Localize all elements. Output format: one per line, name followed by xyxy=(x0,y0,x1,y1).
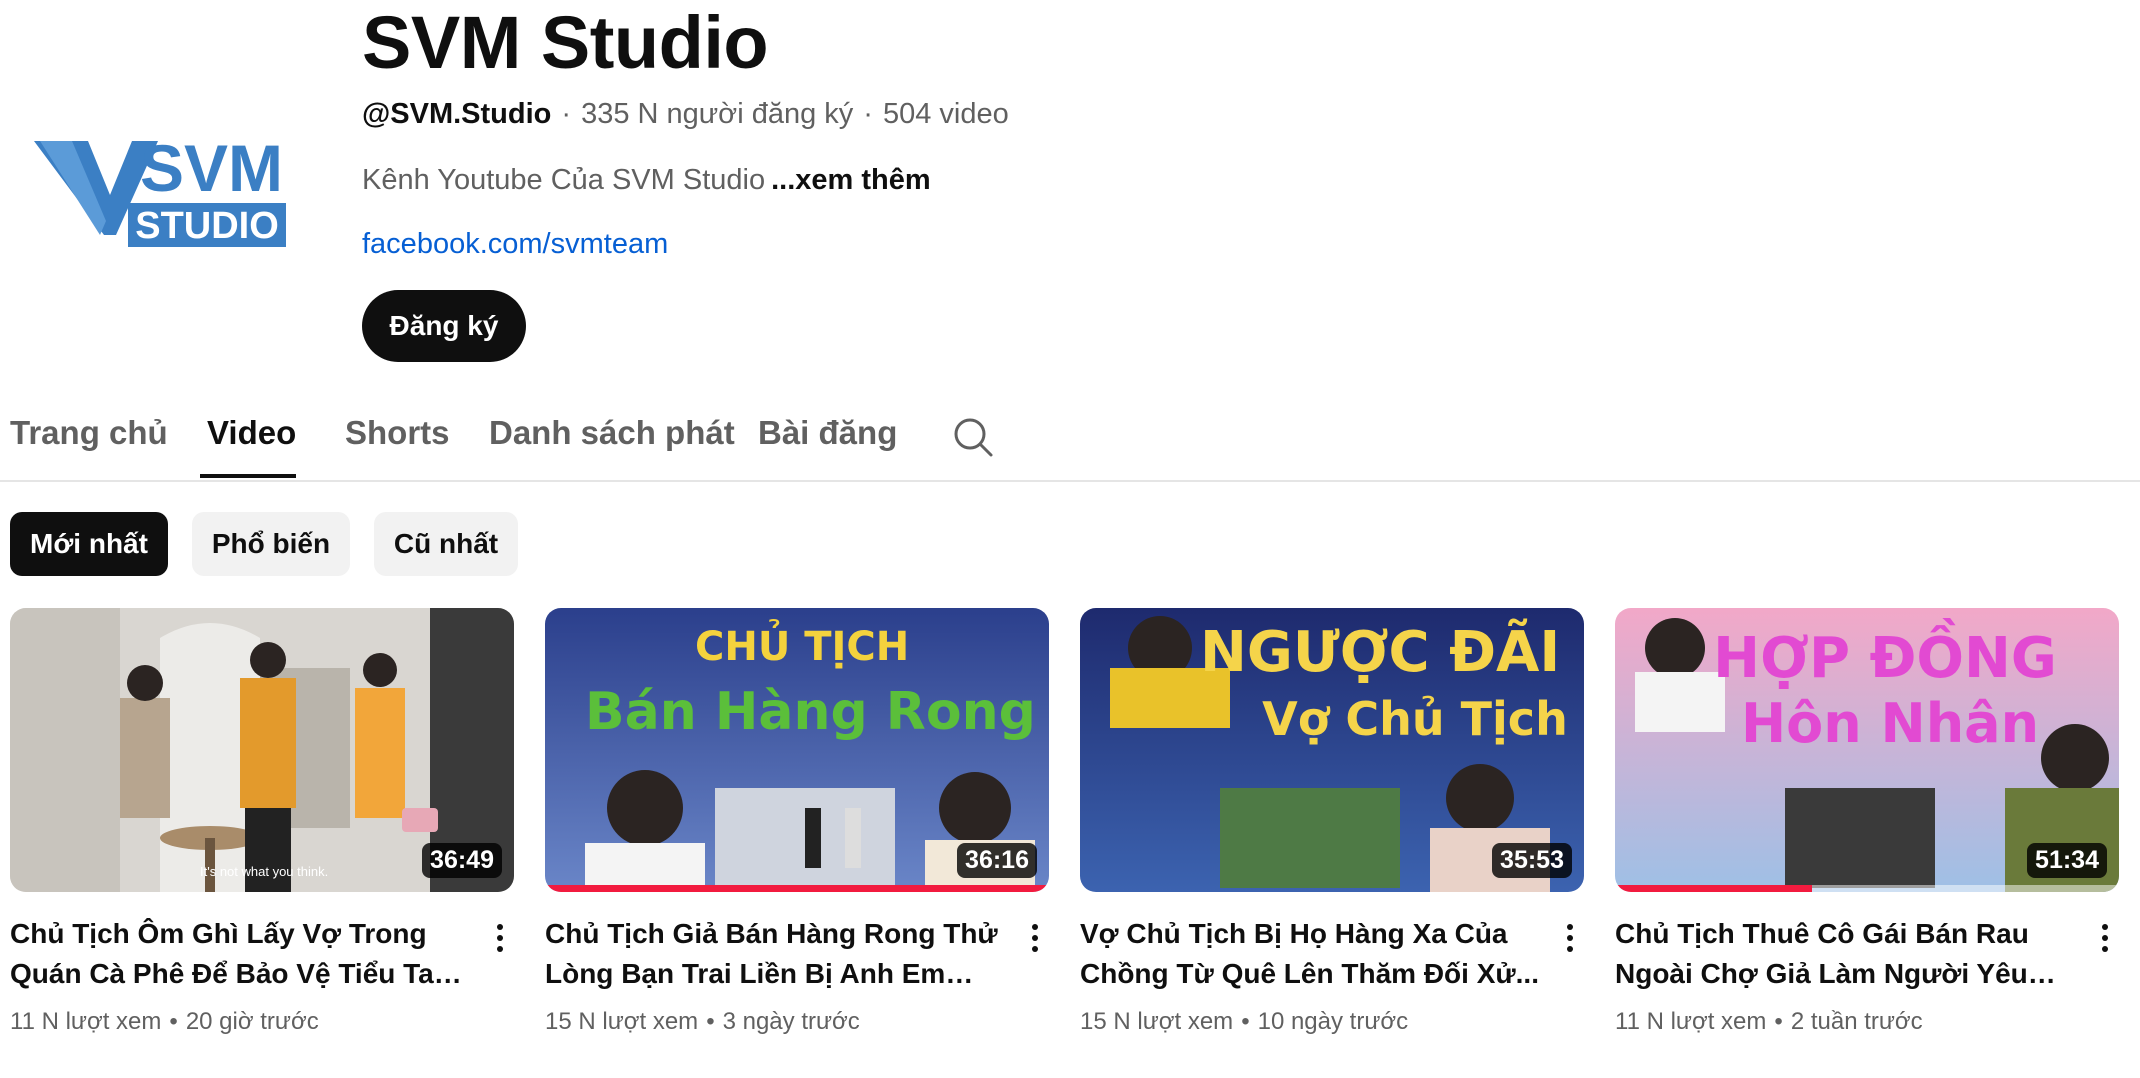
filter-oldest-chip[interactable]: Cũ nhất xyxy=(374,512,518,576)
video-meta: 15 N lượt xem • 3 ngày trước xyxy=(545,1008,860,1035)
video-title[interactable]: Vợ Chủ Tịch Bị Họ Hàng Xa Của Chồng Từ Q… xyxy=(1080,914,1540,994)
tab-home[interactable]: Trang chủ xyxy=(10,414,168,452)
thumbnail-headline: NGƯỢC ĐÃI xyxy=(1200,620,1561,685)
video-title[interactable]: Chủ Tịch Thuê Cô Gái Bán Rau Ngoài Chợ G… xyxy=(1615,914,2075,994)
video-count: 504 video xyxy=(882,98,1009,130)
more-actions-icon[interactable] xyxy=(1560,918,1580,958)
filter-newest-chip[interactable]: Mới nhất xyxy=(10,512,168,576)
video-duration: 36:49 xyxy=(422,843,502,878)
channel-description[interactable]: Kênh Youtube Của SVM Studio ...xem thêm xyxy=(362,164,931,197)
thumbnail-subheadline: Hôn Nhân xyxy=(1740,692,2040,755)
view-count: 15 N lượt xem xyxy=(1080,1008,1234,1035)
upload-age: 3 ngày trước xyxy=(722,1008,860,1035)
more-actions-icon[interactable] xyxy=(1025,918,1045,958)
watch-progress-bar xyxy=(1615,885,1812,892)
video-duration: 35:53 xyxy=(1492,843,1572,878)
watch-progress-bar xyxy=(545,885,1049,892)
channel-name: SVM Studio xyxy=(362,1,769,84)
more-actions-icon[interactable] xyxy=(2095,918,2115,958)
upload-age: 20 giờ trước xyxy=(185,1008,319,1035)
channel-avatar[interactable]: SVM STUDIO xyxy=(28,125,298,275)
tab-playlists[interactable]: Danh sách phát xyxy=(489,414,735,452)
filter-popular-chip[interactable]: Phổ biến xyxy=(192,512,350,576)
active-tab-indicator xyxy=(200,474,296,478)
video-thumbnail[interactable]: NGƯỢC ĐÃI Vợ Chủ Tịch 35:53 xyxy=(1080,608,1584,892)
view-count: 11 N lượt xem xyxy=(10,1008,162,1035)
channel-handle: @SVM.Studio xyxy=(362,98,552,130)
subscriber-count: 335 N người đăng ký xyxy=(581,98,854,130)
tab-shorts[interactable]: Shorts xyxy=(345,414,450,452)
video-title[interactable]: Chủ Tịch Ôm Ghì Lấy Vợ Trong Quán Cà Phê… xyxy=(10,914,470,994)
svg-text:STUDIO: STUDIO xyxy=(135,205,279,247)
video-title[interactable]: Chủ Tịch Giả Bán Hàng Rong Thử Lòng Bạn … xyxy=(545,914,1005,994)
description-text: Kênh Youtube Của SVM Studio xyxy=(362,164,766,196)
video-meta: 15 N lượt xem • 10 ngày trước xyxy=(1080,1008,1409,1035)
channel-external-link[interactable]: facebook.com/svmteam xyxy=(362,228,668,261)
video-card[interactable]: HỢP ĐỒNG Hôn Nhân 51:34 Chủ Tịch Thuê Cô… xyxy=(1615,608,2119,1035)
tab-posts[interactable]: Bài đăng xyxy=(758,414,897,452)
subscribe-button[interactable]: Đăng ký xyxy=(362,290,526,362)
video-duration: 51:34 xyxy=(2027,843,2107,878)
thumbnail-headline: CHỦ TỊCH xyxy=(695,624,910,670)
video-meta: 11 N lượt xem • 20 giờ trước xyxy=(10,1008,319,1035)
thumbnail-headline: HỢP ĐỒNG xyxy=(1713,626,2057,691)
video-thumbnail[interactable]: HỢP ĐỒNG Hôn Nhân 51:34 xyxy=(1615,608,2119,892)
channel-meta: @SVM.Studio · 335 N người đăng ký · 504 vide… xyxy=(362,98,1009,130)
video-card[interactable]: CHỦ TỊCH Bán Hàng Rong 36:16 Chủ Tịch Gi… xyxy=(545,608,1049,1035)
tab-videos[interactable]: Video xyxy=(207,414,296,452)
upload-age: 10 ngày trước xyxy=(1257,1008,1409,1035)
search-icon[interactable] xyxy=(952,416,994,458)
video-meta: 11 N lượt xem • 2 tuần trước xyxy=(1615,1008,1923,1035)
video-caption: It's not what you think. xyxy=(200,864,329,879)
thumbnail-subheadline: Bán Hàng Rong xyxy=(585,682,1036,742)
svm-logo: SVM STUDIO xyxy=(34,131,286,247)
svg-text:SVM: SVM xyxy=(140,131,283,205)
view-count: 15 N lượt xem xyxy=(545,1008,699,1035)
video-duration: 36:16 xyxy=(957,843,1037,878)
video-thumbnail[interactable]: It's not what you think. 36:49 xyxy=(10,608,514,892)
video-thumbnail[interactable]: CHỦ TỊCH Bán Hàng Rong 36:16 xyxy=(545,608,1049,892)
channel-tabs: Trang chủ Video Shorts Danh sách phát Bà… xyxy=(0,400,2140,482)
video-card[interactable]: It's not what you think. 36:49 Chủ Tịch … xyxy=(10,608,514,1035)
video-card[interactable]: NGƯỢC ĐÃI Vợ Chủ Tịch 35:53 Vợ Chủ Tịch … xyxy=(1080,608,1584,1035)
view-count: 11 N lượt xem xyxy=(1615,1008,1767,1035)
thumbnail-subheadline: Vợ Chủ Tịch xyxy=(1262,692,1568,746)
more-actions-icon[interactable] xyxy=(490,918,510,958)
upload-age: 2 tuần trước xyxy=(1790,1008,1923,1035)
show-more-link[interactable]: ...xem thêm xyxy=(771,164,931,196)
